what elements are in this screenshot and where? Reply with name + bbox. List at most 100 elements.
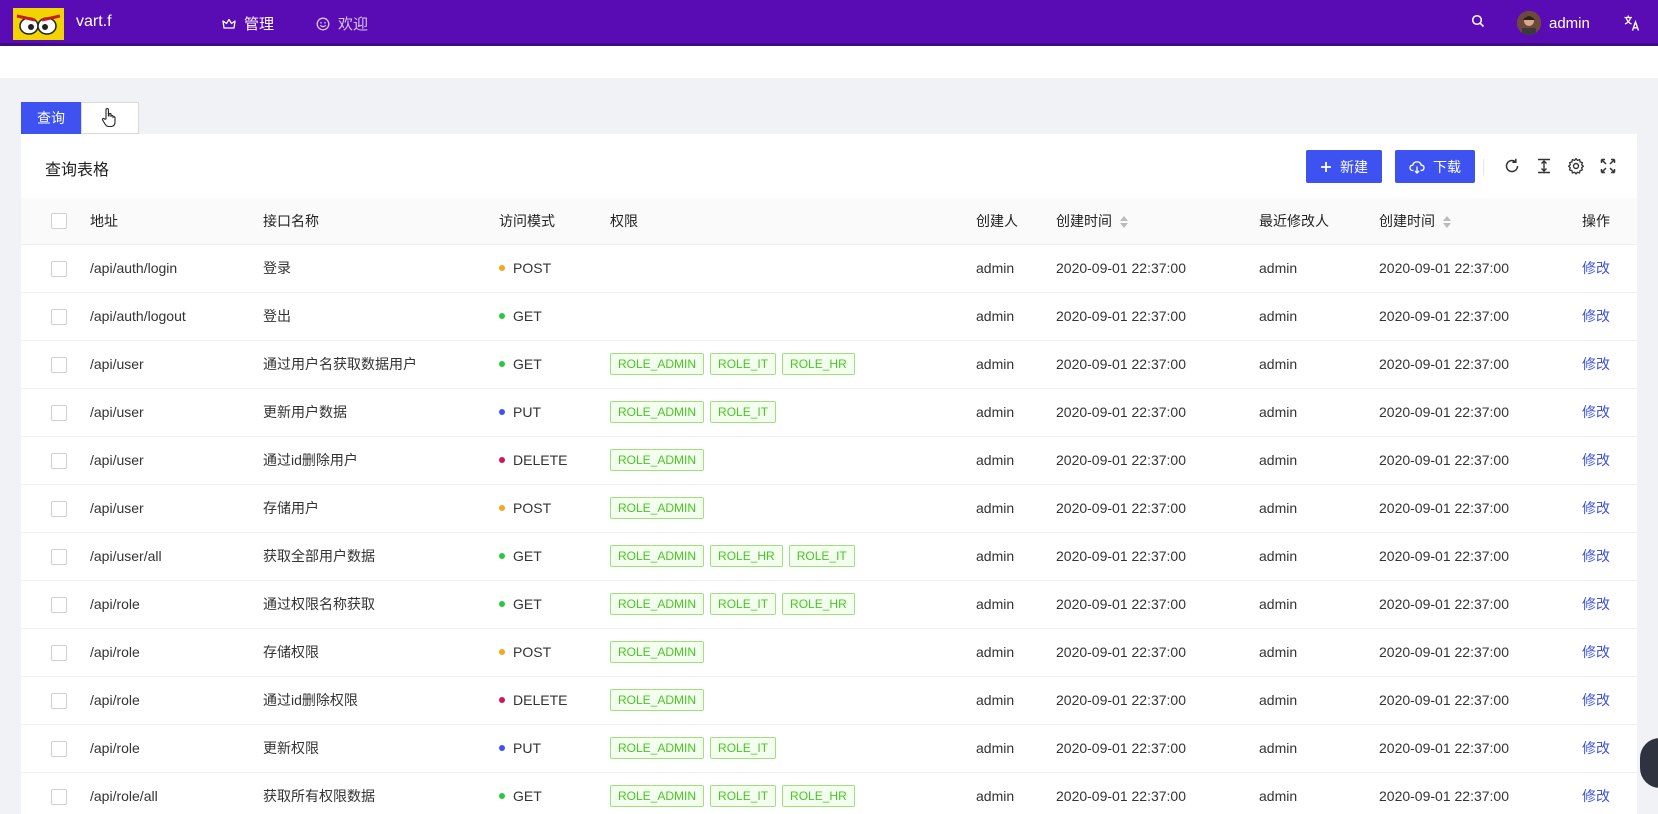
cell-creator: admin bbox=[976, 676, 1056, 725]
edit-link[interactable]: 修改 bbox=[1582, 308, 1610, 324]
density-button[interactable] bbox=[1535, 157, 1553, 175]
cell-name: 存储用户 bbox=[263, 484, 499, 533]
method-status-dot bbox=[499, 505, 505, 512]
edit-link[interactable]: 修改 bbox=[1582, 788, 1610, 804]
cell-path: /api/role bbox=[90, 676, 263, 725]
method-label: GET bbox=[513, 356, 542, 372]
edit-link[interactable]: 修改 bbox=[1582, 740, 1610, 756]
row-checkbox[interactable] bbox=[51, 692, 67, 709]
cell-name: 更新用户数据 bbox=[263, 388, 499, 437]
cell-modifier: admin bbox=[1259, 724, 1379, 773]
sort-icon[interactable] bbox=[1120, 215, 1128, 229]
cell-name: 更新权限 bbox=[263, 724, 499, 773]
cell-roles: ROLE_ADMIN ROLE_IT bbox=[610, 724, 976, 773]
search-button[interactable] bbox=[1471, 14, 1485, 28]
edit-link[interactable]: 修改 bbox=[1582, 260, 1610, 276]
cell-method: PUT bbox=[499, 388, 610, 437]
cell-method: GET bbox=[499, 340, 610, 389]
table-row: /api/role 通过权限名称获取 GET ROLE_ADMIN ROLE_IT ROL… bbox=[21, 580, 1637, 629]
row-checkbox[interactable] bbox=[51, 788, 67, 805]
row-checkbox[interactable] bbox=[51, 500, 67, 517]
edit-link[interactable]: 修改 bbox=[1582, 596, 1610, 612]
cloud-download-icon bbox=[1409, 160, 1425, 174]
method-label: GET bbox=[513, 596, 542, 612]
edit-link[interactable]: 修改 bbox=[1582, 404, 1610, 420]
row-checkbox[interactable] bbox=[51, 740, 67, 757]
row-checkbox[interactable] bbox=[51, 452, 67, 469]
cell-method: GET bbox=[499, 580, 610, 629]
hand-cursor-icon bbox=[101, 107, 116, 128]
table-row: /api/user 更新用户数据 PUT ROLE_ADMIN ROLE_IT admin… bbox=[21, 388, 1637, 437]
row-checkbox[interactable] bbox=[51, 548, 67, 565]
row-checkbox[interactable] bbox=[51, 644, 67, 661]
download-button[interactable]: 下载 bbox=[1395, 150, 1475, 183]
nav-manage-label: 管理 bbox=[244, 16, 275, 33]
fullscreen-button[interactable] bbox=[1599, 157, 1617, 175]
edit-link[interactable]: 修改 bbox=[1582, 692, 1610, 708]
role-tag: ROLE_HR bbox=[782, 353, 855, 375]
cell-path: /api/user bbox=[90, 340, 263, 389]
cell-path: /api/role bbox=[90, 724, 263, 773]
table-row: /api/auth/logout 登出 GET admin 2020-09-01 22:… bbox=[21, 292, 1637, 341]
row-checkbox[interactable] bbox=[51, 404, 67, 421]
cell-created: 2020-09-01 22:37:00 bbox=[1056, 580, 1259, 629]
cell-path: /api/user bbox=[90, 484, 263, 533]
translate-icon bbox=[1624, 15, 1640, 31]
cell-creator: admin bbox=[976, 484, 1056, 533]
nav-manage[interactable]: 管理 bbox=[222, 13, 274, 34]
cell-path: /api/auth/login bbox=[90, 244, 263, 293]
cell-name: 通过权限名称获取 bbox=[263, 580, 499, 629]
row-checkbox[interactable] bbox=[51, 260, 67, 277]
floating-help-button[interactable] bbox=[1640, 738, 1658, 788]
cell-roles: ROLE_ADMIN bbox=[610, 436, 976, 485]
row-checkbox[interactable] bbox=[51, 596, 67, 613]
table-row: /api/role 更新权限 PUT ROLE_ADMIN ROLE_IT admin 20… bbox=[21, 724, 1637, 773]
select-all-checkbox[interactable] bbox=[51, 213, 67, 230]
role-tag: ROLE_IT bbox=[788, 545, 855, 567]
settings-button[interactable] bbox=[1567, 157, 1585, 175]
cell-creator: admin bbox=[976, 340, 1056, 389]
cell-roles: ROLE_ADMIN ROLE_IT bbox=[610, 388, 976, 437]
cell-roles bbox=[610, 244, 976, 293]
method-label: DELETE bbox=[513, 452, 568, 468]
user-menu[interactable]: admin bbox=[1517, 11, 1590, 35]
edit-link[interactable]: 修改 bbox=[1582, 356, 1610, 372]
method-label: POST bbox=[513, 260, 552, 276]
column-header-modified[interactable]: 创建时间 bbox=[1379, 198, 1582, 245]
row-checkbox[interactable] bbox=[51, 308, 67, 325]
method-label: PUT bbox=[513, 404, 541, 420]
cell-creator: admin bbox=[976, 628, 1056, 677]
cell-modified: 2020-09-01 22:37:00 bbox=[1379, 724, 1582, 773]
column-header-creator: 创建人 bbox=[976, 198, 1056, 245]
refresh-button[interactable] bbox=[1503, 157, 1521, 175]
cell-modified: 2020-09-01 22:37:00 bbox=[1379, 580, 1582, 629]
method-status-dot bbox=[499, 265, 505, 272]
username: admin bbox=[1549, 14, 1590, 32]
column-header-created[interactable]: 创建时间 bbox=[1056, 198, 1259, 245]
edit-link[interactable]: 修改 bbox=[1582, 548, 1610, 564]
cell-name: 登录 bbox=[263, 244, 499, 293]
language-switch[interactable] bbox=[1623, 14, 1641, 32]
edit-link[interactable]: 修改 bbox=[1582, 500, 1610, 516]
download-button-label: 下载 bbox=[1433, 158, 1461, 175]
method-status-dot bbox=[499, 793, 505, 800]
cell-modified: 2020-09-01 22:37:00 bbox=[1379, 436, 1582, 485]
edit-link[interactable]: 修改 bbox=[1582, 644, 1610, 660]
cell-creator: admin bbox=[976, 388, 1056, 437]
edit-link[interactable]: 修改 bbox=[1582, 452, 1610, 468]
table-row: /api/user/all 获取全部用户数据 GET ROLE_ADMIN ROLE_H… bbox=[21, 532, 1637, 581]
nav-welcome[interactable]: 欢迎 bbox=[316, 13, 368, 34]
cell-path: /api/role/all bbox=[90, 772, 263, 814]
tab-query[interactable]: 查询 bbox=[21, 102, 81, 134]
method-status-dot bbox=[499, 553, 505, 560]
column-header-modifier: 最近修改人 bbox=[1259, 198, 1379, 245]
fullscreen-icon bbox=[1600, 158, 1616, 174]
app-logo[interactable] bbox=[13, 8, 64, 40]
new-button[interactable]: 新建 bbox=[1306, 150, 1382, 183]
tab-secondary[interactable] bbox=[81, 102, 139, 134]
cell-name: 通过id删除权限 bbox=[263, 676, 499, 725]
column-header-action: 操作 bbox=[1582, 198, 1637, 245]
sort-icon[interactable] bbox=[1443, 215, 1451, 229]
row-checkbox[interactable] bbox=[51, 356, 67, 373]
cell-created: 2020-09-01 22:37:00 bbox=[1056, 292, 1259, 341]
